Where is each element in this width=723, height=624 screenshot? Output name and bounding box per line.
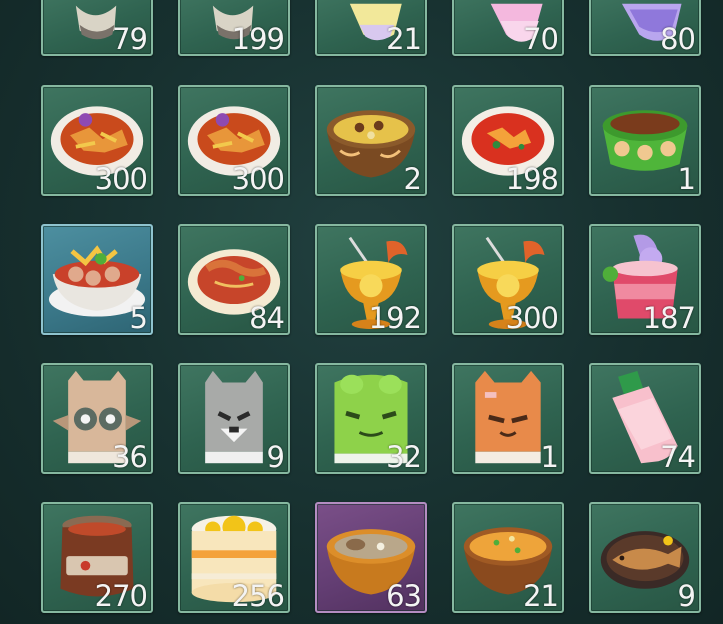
item-count: 63 <box>386 579 422 613</box>
item-count: 79 <box>112 22 148 56</box>
inventory-grid: 79 199 21 70 80 300 300 2 198 1 5 84 192… <box>0 0 723 624</box>
item-count: 9 <box>677 579 696 613</box>
item-count: 5 <box>129 301 148 335</box>
item-count: 187 <box>642 301 696 335</box>
item-count: 300 <box>231 162 285 196</box>
item-count: 9 <box>266 440 285 474</box>
item-count: 1 <box>540 440 559 474</box>
inventory-slot[interactable]: 5 <box>41 224 153 335</box>
item-count: 198 <box>505 162 559 196</box>
inventory-slot[interactable]: 79 <box>41 0 153 56</box>
item-count: 70 <box>523 22 559 56</box>
inventory-slot[interactable]: 198 <box>452 85 564 196</box>
inventory-slot[interactable]: 187 <box>589 224 701 335</box>
inventory-slot[interactable]: 32 <box>315 363 427 474</box>
item-count: 74 <box>660 440 696 474</box>
item-count: 80 <box>660 22 696 56</box>
item-count: 32 <box>386 440 422 474</box>
inventory-slot[interactable]: 300 <box>41 85 153 196</box>
inventory-slot[interactable]: 1 <box>589 85 701 196</box>
item-count: 256 <box>231 579 285 613</box>
inventory-slot[interactable]: 84 <box>178 224 290 335</box>
item-count: 2 <box>403 162 422 196</box>
item-count: 84 <box>249 301 285 335</box>
item-count: 270 <box>94 579 148 613</box>
inventory-slot[interactable]: 1 <box>452 363 564 474</box>
inventory-slot[interactable]: 36 <box>41 363 153 474</box>
inventory-slot[interactable]: 192 <box>315 224 427 335</box>
inventory-slot[interactable]: 270 <box>41 502 153 613</box>
item-count: 1 <box>677 162 696 196</box>
inventory-slot[interactable]: 300 <box>178 85 290 196</box>
item-count: 199 <box>231 22 285 56</box>
inventory-slot[interactable]: 74 <box>589 363 701 474</box>
inventory-slot[interactable]: 9 <box>589 502 701 613</box>
item-count: 21 <box>386 22 422 56</box>
item-count: 300 <box>505 301 559 335</box>
item-count: 192 <box>368 301 422 335</box>
inventory-slot[interactable]: 256 <box>178 502 290 613</box>
inventory-slot[interactable]: 21 <box>315 0 427 56</box>
inventory-slot[interactable]: 300 <box>452 224 564 335</box>
inventory-slot[interactable]: 70 <box>452 0 564 56</box>
inventory-slot[interactable]: 2 <box>315 85 427 196</box>
inventory-slot[interactable]: 199 <box>178 0 290 56</box>
item-count: 21 <box>523 579 559 613</box>
item-count: 36 <box>112 440 148 474</box>
inventory-slot[interactable]: 63 <box>315 502 427 613</box>
inventory-slot[interactable]: 21 <box>452 502 564 613</box>
inventory-slot[interactable]: 80 <box>589 0 701 56</box>
inventory-slot[interactable]: 9 <box>178 363 290 474</box>
item-count: 300 <box>94 162 148 196</box>
